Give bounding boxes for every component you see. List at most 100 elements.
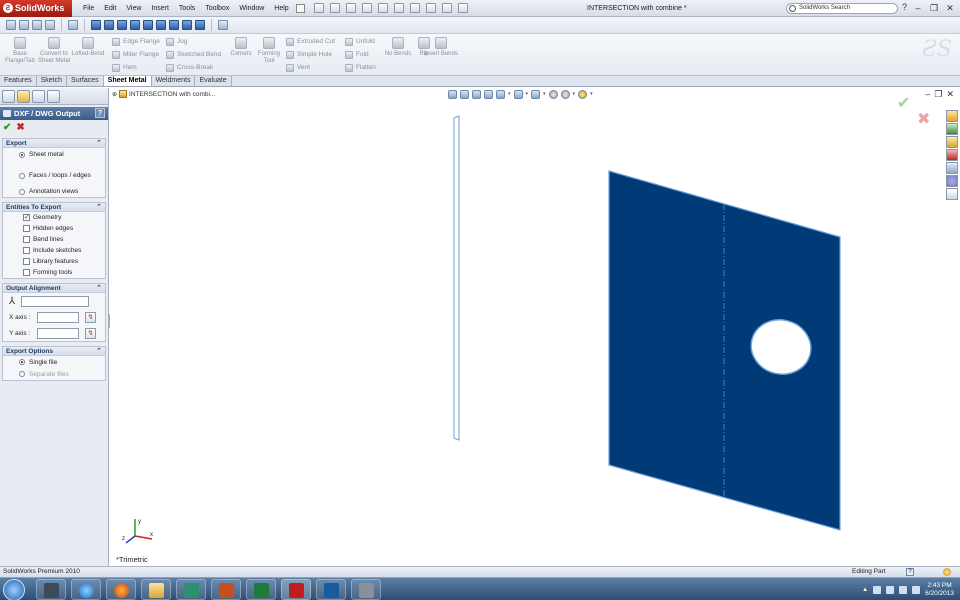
- bend-lines-checkbox-row[interactable]: Bend lines: [3, 234, 105, 245]
- file-properties-icon[interactable]: [441, 3, 452, 13]
- paste-icon[interactable]: [19, 20, 29, 30]
- hidden-edges-checkbox[interactable]: [23, 225, 30, 232]
- design-library-icon[interactable]: [946, 123, 958, 135]
- start-button[interactable]: [3, 579, 25, 600]
- feature-tree-tab-icon[interactable]: [2, 89, 15, 103]
- volume-icon[interactable]: [912, 586, 921, 594]
- isometric-view-icon[interactable]: [169, 20, 179, 30]
- delete-icon[interactable]: [45, 20, 55, 30]
- custom-properties-icon[interactable]: [946, 188, 958, 200]
- taskbar-calculator[interactable]: [36, 579, 66, 600]
- radio-sheet-metal[interactable]: [19, 151, 25, 158]
- viewport-close-button[interactable]: ✕: [946, 89, 954, 100]
- tab-sketch[interactable]: Sketch: [36, 76, 68, 86]
- flag-icon[interactable]: [886, 586, 895, 594]
- origin-input[interactable]: [21, 295, 90, 307]
- file-explorer-icon[interactable]: [946, 136, 958, 148]
- menu-edit[interactable]: Edit: [99, 0, 121, 17]
- open-icon[interactable]: [329, 3, 340, 13]
- extruded-cut-button[interactable]: Extruded Cut: [286, 37, 335, 46]
- collapse-icon[interactable]: ⌃: [96, 347, 102, 356]
- hide-show-items-icon[interactable]: [531, 89, 541, 99]
- previous-view-icon[interactable]: [472, 89, 481, 99]
- minimize-button[interactable]: –: [912, 2, 924, 14]
- view-settings-icon[interactable]: [578, 89, 588, 99]
- miter-flange-button[interactable]: Miter Flange: [112, 50, 159, 59]
- viewport-restore-button[interactable]: ❐: [934, 89, 942, 100]
- zoom-to-fit-icon[interactable]: [448, 89, 457, 99]
- help-button[interactable]: ?: [95, 108, 105, 118]
- jog-button[interactable]: Jog: [166, 37, 187, 46]
- menu-tools[interactable]: Tools: [174, 0, 200, 17]
- right-view-icon[interactable]: [130, 20, 140, 30]
- y-axis-reverse-button[interactable]: ↯: [85, 327, 96, 339]
- network-icon[interactable]: [873, 586, 882, 594]
- rebuild-status-icon[interactable]: [943, 568, 951, 576]
- tab-surfaces[interactable]: Surfaces: [67, 76, 104, 86]
- view-orientation-icon[interactable]: [496, 89, 505, 99]
- radio-faces-loops-edges[interactable]: [19, 172, 25, 179]
- forming-tools-checkbox[interactable]: [23, 269, 30, 276]
- menu-view[interactable]: View: [121, 0, 146, 17]
- ok-button[interactable]: ✔: [3, 122, 11, 133]
- expand-icon[interactable]: ⊕: [112, 91, 117, 98]
- taskbar-publisher[interactable]: [316, 579, 346, 600]
- geometry-checkbox-row[interactable]: ✓ Geometry: [3, 212, 105, 223]
- trimetric-view-icon[interactable]: [182, 20, 192, 30]
- dimetric-view-icon[interactable]: [195, 20, 205, 30]
- forming-tools-checkbox-row[interactable]: Forming tools: [3, 267, 105, 278]
- solidworks-logo[interactable]: Ƨ SolidWorks: [0, 0, 72, 17]
- undo-icon[interactable]: [377, 3, 388, 13]
- help-icon[interactable]: ?: [902, 2, 907, 12]
- edge-flange-button[interactable]: Edge Flange: [112, 37, 160, 46]
- vent-button[interactable]: Vent: [286, 63, 310, 72]
- menu-toolbox[interactable]: Toolbox: [200, 0, 234, 17]
- viewport-minimize-button[interactable]: –: [925, 89, 930, 100]
- hem-button[interactable]: Hem: [112, 63, 137, 72]
- top-view-icon[interactable]: [143, 20, 153, 30]
- unfold-button[interactable]: Unfold: [345, 37, 375, 46]
- geometry-checkbox[interactable]: ✓: [23, 214, 30, 221]
- collapse-icon[interactable]: ⌃: [96, 203, 102, 212]
- edit-appearance-icon[interactable]: [548, 89, 558, 99]
- graphics-area[interactable]: ⊕ INTERSECTION with combi... ▾ ▾ ▾ ▾ ▾ –…: [110, 88, 960, 566]
- close-button[interactable]: ✕: [944, 2, 956, 14]
- tab-features[interactable]: Features: [0, 76, 37, 86]
- taskbar-explorer[interactable]: [141, 579, 171, 600]
- bend-lines-checkbox[interactable]: [23, 236, 30, 243]
- feature-tree-flyout[interactable]: ⊕ INTERSECTION with combi...: [112, 90, 215, 98]
- appearances-icon[interactable]: [946, 175, 958, 187]
- taskbar-powerpoint[interactable]: [211, 579, 241, 600]
- print-icon[interactable]: [361, 3, 372, 13]
- quick-tips-icon[interactable]: ?: [906, 568, 914, 576]
- cut-icon[interactable]: [32, 20, 42, 30]
- include-sketches-checkbox-row[interactable]: Include sketches: [3, 245, 105, 256]
- section-view-icon[interactable]: [484, 89, 493, 99]
- tab-weldments[interactable]: Weldments: [151, 76, 196, 86]
- clock[interactable]: 2:43 PM 6/20/2013: [925, 582, 954, 598]
- export-options-group-title[interactable]: Export Options ⌃: [3, 347, 105, 356]
- menu-help[interactable]: Help: [269, 0, 293, 17]
- property-manager-tab-icon[interactable]: [17, 89, 30, 103]
- single-file-option[interactable]: Single file: [3, 356, 105, 368]
- solidworks-resources-icon[interactable]: [946, 110, 958, 122]
- taskbar-internet-explorer[interactable]: [71, 579, 101, 600]
- pin-menu-icon[interactable]: [295, 3, 305, 13]
- convert-to-sheet-metal-button[interactable]: Convert to Sheet Metal: [37, 37, 71, 65]
- options-icon[interactable]: [457, 3, 468, 13]
- front-view-icon[interactable]: [91, 20, 101, 30]
- cross-break-button[interactable]: Cross-Break: [166, 63, 213, 72]
- menu-insert[interactable]: Insert: [146, 0, 174, 17]
- base-flange-button[interactable]: Base Flange/Tab: [3, 37, 37, 65]
- display-style-icon[interactable]: [513, 89, 523, 99]
- output-alignment-group-title[interactable]: Output Alignment ⌃: [3, 284, 105, 293]
- copy-icon[interactable]: [6, 20, 16, 30]
- collapse-icon[interactable]: ⌃: [96, 139, 102, 148]
- back-view-icon[interactable]: [104, 20, 114, 30]
- export-sheet-metal-option[interactable]: Sheet metal: [3, 148, 105, 161]
- forming-tool-button[interactable]: Forming Tool: [252, 37, 286, 65]
- normal-to-icon[interactable]: [68, 20, 78, 30]
- taskbar-firefox[interactable]: [106, 579, 136, 600]
- x-axis-reverse-button[interactable]: ↯: [85, 311, 96, 323]
- collapse-icon[interactable]: ⌃: [96, 284, 102, 293]
